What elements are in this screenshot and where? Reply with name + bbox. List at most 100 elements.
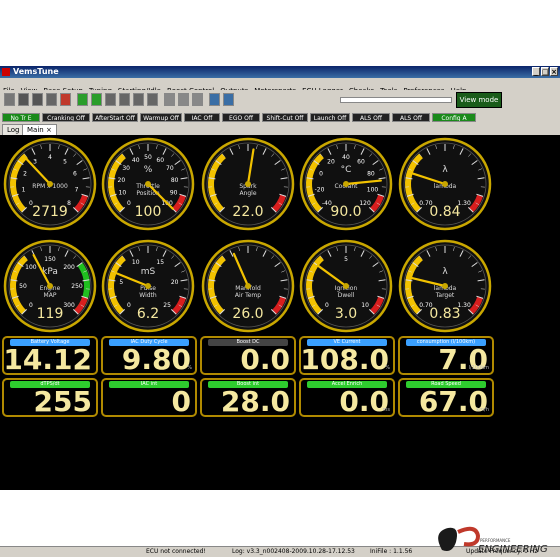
gauge-tick-label: 40 — [342, 154, 350, 161]
status-indicator: Shift-Cut Off — [262, 113, 308, 122]
digital-readout: IAC int 0 — [101, 378, 197, 418]
tool-icon[interactable] — [178, 93, 189, 106]
digital-readout: IAC Duty Cycle 9.80% — [101, 336, 197, 376]
close-button[interactable]: × — [550, 67, 558, 76]
menu-bar: FileViewBase SetupTuningStarting/IdleBoo… — [0, 78, 560, 95]
readout-value: 7.0 — [438, 343, 488, 376]
gauge-tick-label: 5 — [63, 159, 67, 166]
log-icon[interactable] — [60, 93, 71, 106]
gauge-tick-label: 0 — [319, 171, 323, 178]
title-bar: VemsTune _ □ × — [0, 66, 560, 78]
connection-status: ECU not connected! — [146, 548, 206, 555]
digital-readout: VE Current 108.0% — [299, 336, 395, 376]
minimize-button[interactable]: _ — [532, 67, 540, 76]
open-icon[interactable] — [4, 93, 15, 106]
status-indicator: EGO Off — [222, 113, 260, 122]
company-logo: PERFORMANCE ENGINEERING — [438, 526, 548, 555]
gauge-tick-label: 15 — [156, 259, 164, 266]
gauge-tick-label: 150 — [44, 256, 56, 263]
readout-value: 0.0 — [339, 385, 389, 418]
gauge-label: Air Temp — [235, 292, 261, 299]
gauge-tick-label: 70 — [166, 165, 174, 172]
readout-value: 9.80 — [121, 343, 191, 376]
gauge-unit: λ — [442, 165, 448, 175]
gauge-tick-label: 20 — [327, 159, 335, 166]
readout-value: 0.0 — [240, 343, 290, 376]
status-indicator: Launch Off — [310, 113, 350, 122]
logo-tagline: PERFORMANCE — [480, 538, 511, 543]
vemstune-window: VemsTune _ □ × FileViewBase SetupTuningS… — [0, 66, 560, 557]
gauge-tick-label: 50 — [19, 283, 27, 290]
gauge-label: MAP — [44, 292, 57, 299]
gauge-value: 3.0 — [335, 306, 357, 322]
tab-main[interactable]: Main × — [22, 124, 57, 135]
gauge-tick-label: 10 — [132, 259, 140, 266]
disk-icon[interactable] — [46, 93, 57, 106]
gauge-hub — [442, 181, 448, 187]
gauge-tick-label: 0 — [325, 302, 329, 309]
status-indicator: ALS Off — [392, 113, 430, 122]
gauge-icon[interactable] — [147, 93, 158, 106]
gauge-tick-label: 90 — [170, 189, 178, 196]
gauge-hub — [343, 181, 349, 187]
rom-icon[interactable] — [18, 93, 29, 106]
gauge-hub — [145, 283, 151, 289]
stop-icon[interactable] — [223, 93, 234, 106]
playback-slider[interactable] — [340, 97, 452, 103]
gauge-tick-label: 100 — [367, 186, 379, 193]
tool-icon[interactable] — [164, 93, 175, 106]
readout-value: 0 — [171, 385, 191, 418]
gauge-tick-label: 60 — [357, 159, 365, 166]
gauge-unit: °C — [341, 165, 352, 175]
tab-main-label: Main — [27, 126, 44, 134]
pause-icon[interactable] — [209, 93, 220, 106]
gauge-value: 6.2 — [137, 306, 159, 322]
logo-text: ENGINEERING — [478, 544, 548, 555]
gauge-value: 119 — [37, 306, 64, 322]
gauge-tick-label: 5 — [119, 279, 123, 286]
gauge-icon[interactable] — [119, 93, 130, 106]
gauge-tick-label: 40 — [132, 157, 140, 164]
ram-icon[interactable] — [32, 93, 43, 106]
tool-icon[interactable] — [192, 93, 203, 106]
gauge-tick-label: 0 — [127, 200, 131, 207]
gauge-value: 22.0 — [232, 204, 263, 220]
status-indicator: AfterStart Off — [92, 113, 138, 122]
readout-value: 28.0 — [220, 385, 290, 418]
gauge-tick-label: 1 — [22, 186, 26, 193]
app-icon — [2, 68, 10, 76]
gauge-tick-label: 5 — [344, 256, 348, 263]
gauge-icon[interactable] — [105, 93, 116, 106]
status-indicator: Warmup Off — [140, 113, 182, 122]
digital-readout: Boost int 28.0 — [200, 378, 296, 418]
check-icon[interactable] — [77, 93, 88, 106]
view-mode-button[interactable]: View mode — [456, 92, 502, 108]
readout-value: 255 — [33, 385, 92, 418]
status-indicator: IAC Off — [184, 113, 220, 122]
gauge-tick-label: 30 — [122, 165, 130, 172]
gauge-value: 100 — [135, 204, 162, 220]
gauge-tick-label: 250 — [71, 283, 83, 290]
gauge-icon[interactable] — [91, 93, 102, 106]
gauge-value: 0.83 — [429, 306, 460, 322]
maximize-button[interactable]: □ — [541, 67, 549, 76]
close-tab-icon[interactable]: × — [46, 126, 52, 134]
readout-unit: km/h — [476, 407, 489, 413]
readout-unit: % — [187, 365, 192, 371]
readout-unit: l/100km — [468, 365, 489, 371]
status-indicator-row: No Tr E Cranking Off AfterStart Off Warmup … — [0, 112, 560, 123]
gauge-label: Width — [139, 292, 157, 299]
status-indicator: Config A — [432, 113, 476, 122]
gauge-panel: 012345678RPM x 1000271901020304050607080… — [3, 137, 492, 333]
gauge-unit: % — [144, 165, 153, 175]
status-indicator: ALS Off — [352, 113, 390, 122]
gauge-tick-label: 0 — [127, 302, 131, 309]
gauge-tick-label: 10 — [119, 189, 127, 196]
gauge-tick-label: 80 — [171, 177, 179, 184]
gauge-icon[interactable] — [133, 93, 144, 106]
readout-unit: % — [385, 365, 390, 371]
gauge-hub — [47, 283, 53, 289]
log-file: Log: v3.3_n002408-2009.10.28-17.12.53 — [232, 548, 355, 555]
gauge-tick-label: 200 — [63, 264, 75, 271]
gauge-tick-label: 100 — [25, 264, 37, 271]
